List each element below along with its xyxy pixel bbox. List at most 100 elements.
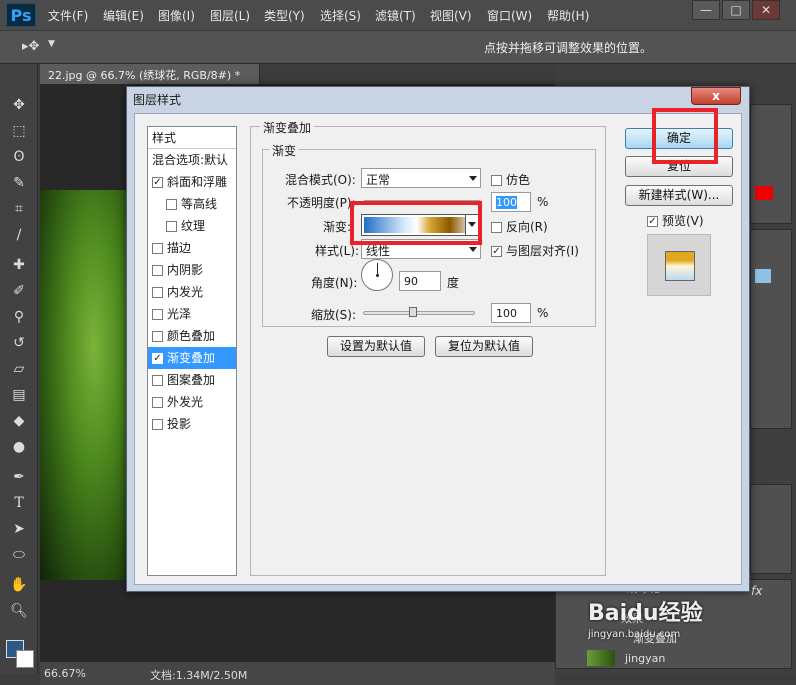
quick-select-tool-icon[interactable]: ✎ — [8, 172, 30, 194]
style-checkbox[interactable] — [152, 287, 163, 298]
dialog-close-button[interactable]: x — [691, 87, 741, 105]
eraser-tool-icon[interactable]: ▱ — [8, 358, 30, 380]
align-option[interactable]: ✓ 与图层对齐(I) — [491, 242, 579, 259]
crop-tool-icon[interactable]: ⌗ — [8, 198, 30, 220]
dither-checkbox[interactable] — [491, 175, 502, 186]
style-item[interactable]: 内阴影 — [148, 259, 236, 281]
bottom-layer-name[interactable]: jingyan — [625, 652, 665, 665]
style-item-label: 内阴影 — [167, 263, 204, 277]
style-item[interactable]: 等高线 — [148, 193, 236, 215]
style-item-label: 纹理 — [181, 219, 206, 233]
reverse-label: 反向(R) — [506, 220, 548, 234]
blur-tool-icon[interactable]: ◆ — [8, 410, 30, 432]
scale-slider-thumb[interactable] — [409, 307, 418, 317]
document-tab[interactable]: 22.jpg @ 66.7% (绣球花, RGB/8#) * × — [40, 64, 260, 96]
style-item[interactable]: 光泽 — [148, 303, 236, 325]
style-item[interactable]: 纹理 — [148, 215, 236, 237]
zoom-level[interactable]: 66.67% — [44, 667, 86, 680]
preview-option[interactable]: ✓ 预览(V) — [647, 212, 704, 229]
angle-dial[interactable] — [361, 259, 393, 291]
new-style-button[interactable]: 新建样式(W)... — [625, 185, 733, 206]
reset-default-button[interactable]: 复位为默认值 — [435, 336, 533, 357]
gradient-tool-icon[interactable]: ▤ — [8, 384, 30, 406]
menu-image[interactable]: 图像(I) — [158, 7, 195, 24]
scale-slider[interactable] — [363, 311, 475, 315]
blend-mode-select[interactable]: 正常 — [361, 168, 481, 188]
align-checkbox[interactable]: ✓ — [491, 246, 502, 257]
stamp-tool-icon[interactable]: ⚲ — [8, 306, 30, 328]
scale-input[interactable]: 100 — [491, 303, 531, 323]
style-item[interactable]: 投影 — [148, 413, 236, 435]
menu-type[interactable]: 类型(Y) — [264, 7, 305, 24]
menu-layer[interactable]: 图层(L) — [210, 7, 250, 24]
hydrangea-leaf-image — [40, 190, 130, 580]
maximize-button[interactable]: □ — [722, 0, 750, 20]
style-item[interactable]: ✓ 斜面和浮雕 — [148, 171, 236, 193]
style-checkbox[interactable] — [152, 265, 163, 276]
dodge-tool-icon[interactable]: ● — [8, 436, 30, 458]
menu-edit[interactable]: 编辑(E) — [103, 7, 144, 24]
styles-header[interactable]: 样式 — [148, 127, 236, 149]
style-checkbox[interactable] — [152, 331, 163, 342]
close-window-button[interactable]: ✕ — [752, 0, 780, 20]
style-item[interactable]: 内发光 — [148, 281, 236, 303]
style-checkbox[interactable] — [166, 199, 177, 210]
style-value: 线性 — [366, 244, 391, 258]
style-item-label: 斜面和浮雕 — [167, 175, 228, 189]
color-swatch-red[interactable] — [755, 186, 773, 200]
lasso-tool-icon[interactable]: ʘ — [8, 146, 30, 168]
reverse-option[interactable]: 反向(R) — [491, 218, 548, 235]
eyedropper-tool-icon[interactable]: ∕ — [8, 224, 30, 246]
type-tool-icon[interactable]: T — [8, 492, 30, 514]
brush-tool-icon[interactable]: ✐ — [8, 280, 30, 302]
style-checkbox[interactable] — [152, 309, 163, 320]
opacity-input[interactable]: 100 — [491, 192, 531, 212]
style-checkbox[interactable] — [152, 397, 163, 408]
hand-tool-icon[interactable]: ✋ — [8, 574, 30, 596]
options-bar: ▸✥ ▼ 点按并拖移可调整效果的位置。 — [0, 30, 796, 64]
style-checkbox[interactable] — [152, 243, 163, 254]
move-tool-icon[interactable]: ✥ — [8, 94, 30, 116]
style-checkbox[interactable] — [152, 375, 163, 386]
make-default-button[interactable]: 设置为默认值 — [327, 336, 425, 357]
menu-select[interactable]: 选择(S) — [320, 7, 361, 24]
blend-mode-label: 混合模式(O): — [285, 173, 356, 187]
menu-view[interactable]: 视图(V) — [430, 7, 472, 24]
style-item[interactable]: 颜色叠加 — [148, 325, 236, 347]
background-color-swatch[interactable] — [16, 650, 34, 668]
menu-help[interactable]: 帮助(H) — [547, 7, 589, 24]
marquee-tool-icon[interactable]: ⬚ — [8, 120, 30, 142]
style-item[interactable]: 外发光 — [148, 391, 236, 413]
move-tool-icon[interactable]: ▸✥ — [22, 39, 39, 54]
style-item[interactable]: 描边 — [148, 237, 236, 259]
style-item-label: 外发光 — [167, 395, 204, 409]
style-item[interactable]: ✓ 渐变叠加 — [148, 347, 236, 369]
style-checkbox[interactable] — [166, 221, 177, 232]
gradient-label: 渐变: — [323, 220, 352, 234]
healing-tool-icon[interactable]: ✚ — [8, 254, 30, 276]
reverse-checkbox[interactable] — [491, 222, 502, 233]
angle-input[interactable]: 90 — [399, 271, 441, 291]
menu-window[interactable]: 窗口(W) — [487, 7, 532, 24]
style-checkbox[interactable]: ✓ — [152, 177, 163, 188]
style-checkbox[interactable] — [152, 419, 163, 430]
pen-tool-icon[interactable]: ✒ — [8, 466, 30, 488]
angle-label: 角度(N): — [311, 276, 358, 290]
menu-filter[interactable]: 滤镜(T) — [375, 7, 416, 24]
document-tab-title: 22.jpg @ 66.7% (绣球花, RGB/8#) * — [48, 69, 241, 82]
zoom-tool-icon[interactable]: 🔍︎ — [8, 600, 30, 622]
path-select-tool-icon[interactable]: ➤ — [8, 518, 30, 540]
style-checkbox[interactable]: ✓ — [152, 353, 163, 364]
layer-thumbnail[interactable] — [587, 650, 615, 666]
minimize-button[interactable]: — — [692, 0, 720, 20]
menu-file[interactable]: 文件(F) — [48, 7, 88, 24]
ellipse-tool-icon[interactable]: ⬭ — [8, 544, 30, 566]
style-item[interactable]: 图案叠加 — [148, 369, 236, 391]
style-item-label: 内发光 — [167, 285, 204, 299]
adjustment-swatch[interactable] — [755, 269, 771, 283]
dither-option[interactable]: 仿色 — [491, 171, 530, 188]
chevron-down-icon[interactable]: ▼ — [48, 39, 55, 49]
preview-checkbox[interactable]: ✓ — [647, 216, 658, 227]
history-brush-tool-icon[interactable]: ↺ — [8, 332, 30, 354]
style-item[interactable]: 混合选项:默认 — [148, 149, 236, 171]
